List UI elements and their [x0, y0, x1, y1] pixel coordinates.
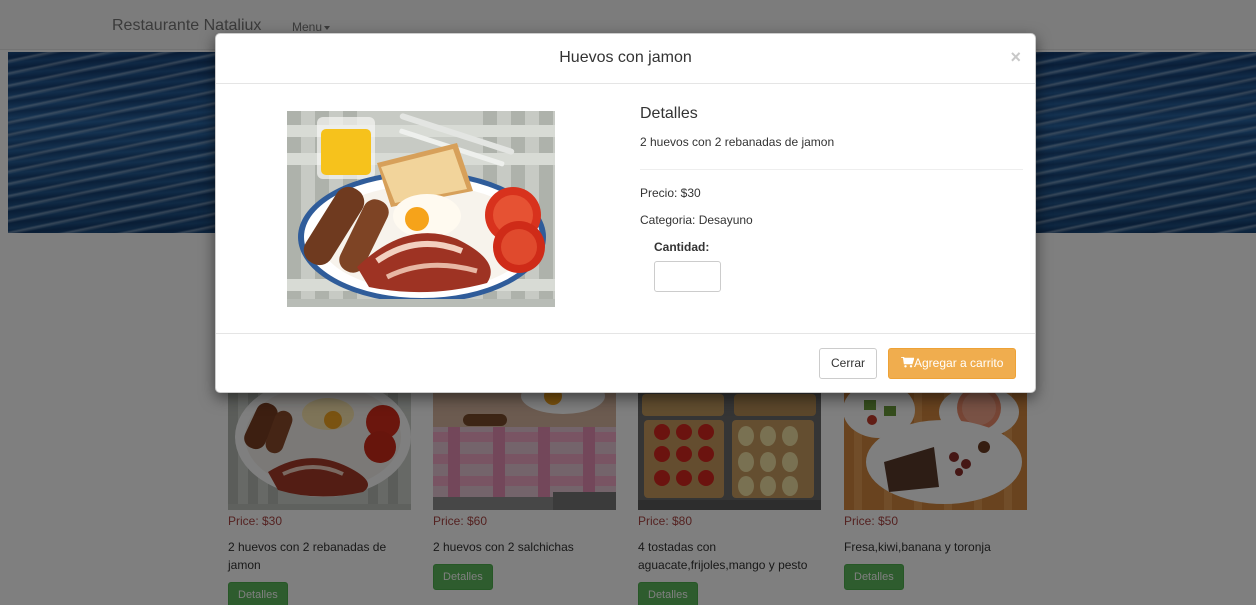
price-text: Precio: $30	[640, 186, 701, 200]
add-to-cart-button[interactable]: Agregar a carrito	[888, 348, 1017, 379]
modal-header: Huevos con jamon ×	[216, 34, 1035, 84]
close-button[interactable]: Cerrar	[819, 348, 878, 379]
quantity-input[interactable]	[654, 261, 721, 292]
modal-title: Huevos con jamon	[559, 49, 692, 66]
quantity-label: Cantidad:	[654, 240, 710, 254]
modal-body: Detalles 2 huevos con 2 rebanadas de jam…	[216, 84, 1035, 334]
modal-footer: Cerrar Agregar a carrito	[216, 334, 1035, 392]
add-to-cart-label: Agregar a carrito	[914, 356, 1004, 370]
details-heading: Detalles	[640, 105, 698, 122]
divider	[640, 169, 1023, 170]
category-text: Categoria: Desayuno	[640, 213, 753, 227]
product-detail-modal: Huevos con jamon × Detalles 2 huevos con…	[215, 33, 1036, 393]
details-description: 2 huevos con 2 rebanadas de jamon	[640, 135, 835, 149]
shopping-cart-icon	[901, 356, 915, 368]
details-panel: Detalles 2 huevos con 2 rebanadas de jam…	[640, 105, 1023, 292]
product-photo	[287, 111, 555, 307]
close-icon[interactable]: ×	[1010, 47, 1021, 68]
